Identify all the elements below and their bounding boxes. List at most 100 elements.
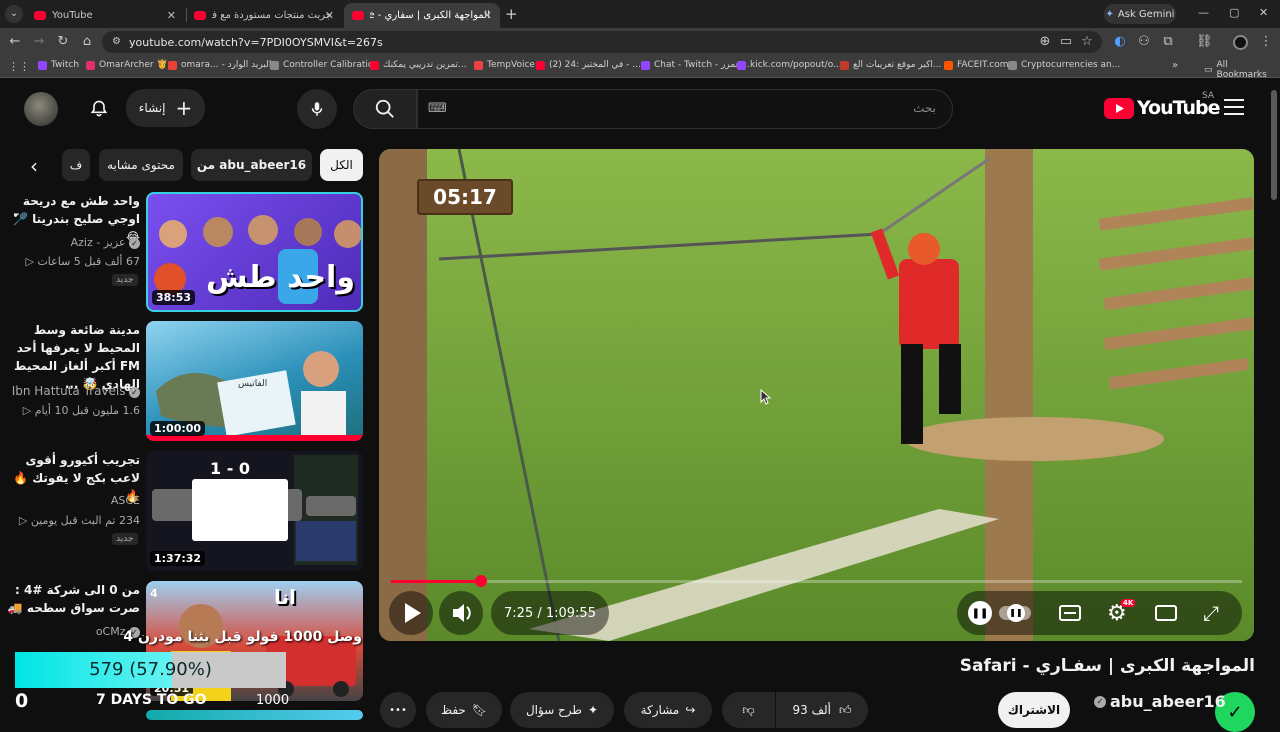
youtube-favicon-icon: [34, 11, 46, 20]
channel-label: عزيز - Aziz: [70, 236, 126, 249]
all-bookmarks-button[interactable]: ▭ All Bookmarks: [1204, 60, 1280, 80]
autoplay-toggle[interactable]: ❚❚: [968, 601, 992, 625]
channel-name[interactable]: ✓ Ibn Hattuta Travels: [0, 383, 140, 400]
ask-gemini-button[interactable]: ✦ Ask Gemini: [1104, 4, 1176, 24]
close-icon[interactable]: ✕: [167, 9, 176, 22]
video-frame-art: [379, 149, 1254, 641]
video-thumbnail[interactable]: 1 - 0 1:37:32: [146, 451, 363, 571]
tab-products-video[interactable]: جربت منتجات مستوردة مع فيرفو... ✕: [186, 3, 342, 28]
ask-label: طرح سؤال: [525, 703, 582, 717]
channel-name[interactable]: ASCE: [0, 492, 140, 509]
bookmark-star-icon[interactable]: ☆: [1079, 34, 1095, 50]
bookmark-item[interactable]: تمرين تدريبي يمكنك...: [370, 60, 467, 70]
subscribe-button[interactable]: الاشتراك: [998, 692, 1070, 728]
duration-badge: 1:37:32: [150, 551, 206, 566]
voice-search-mic-icon[interactable]: [297, 89, 337, 129]
channel-name[interactable]: ✓ abu_abeer16: [1094, 692, 1226, 711]
subtitles-icon[interactable]: [1059, 605, 1081, 621]
window-close-button[interactable]: ✕: [1259, 6, 1268, 19]
tab-youtube[interactable]: YouTube ✕: [26, 3, 184, 28]
progress-played: [391, 580, 482, 583]
save-label: حفظ: [440, 703, 466, 717]
chip-from-channel[interactable]: من abu_abeer16: [191, 149, 312, 181]
bookmark-label: تمرين تدريبي يمكنك...: [383, 60, 467, 70]
reload-icon[interactable]: ↻: [55, 34, 71, 50]
chip-label: من abu_abeer16: [196, 158, 307, 172]
bookmark-favicon-icon: [536, 60, 545, 70]
more-actions-button[interactable]: •••: [380, 692, 416, 728]
create-button[interactable]: إنشاء +: [126, 89, 205, 127]
bookmark-item[interactable]: omara... - البريد الوارد: [168, 60, 271, 70]
extension-icon[interactable]: ◐: [1112, 34, 1128, 50]
search-input[interactable]: ⌨ بحث: [417, 89, 953, 129]
link-icon[interactable]: ⛓: [1196, 34, 1213, 50]
close-icon[interactable]: ✕: [325, 9, 334, 22]
chip-related[interactable]: محتوى مشابه: [99, 149, 183, 181]
new-tab-button[interactable]: +: [505, 5, 518, 23]
site-info-icon[interactable]: ⚙: [112, 36, 121, 47]
bookmark-item[interactable]: (2) في المختبر :24 - ...: [536, 60, 641, 70]
bookmark-item[interactable]: اكبر موقع تعريبات الع...: [840, 60, 942, 70]
bookmark-item[interactable]: Cryptocurrencies an...: [1008, 60, 1120, 70]
video-player[interactable]: 05:17 7:25 / 1:09:55 ❚❚ ❚❚ ⚙ 4K ⤢: [379, 149, 1254, 641]
ask-button[interactable]: طرح سؤال ✦: [510, 692, 614, 728]
video-thumbnail[interactable]: واحد طش 38:53: [146, 192, 363, 312]
bookmark-item[interactable]: Twitch: [38, 60, 79, 70]
volume-button[interactable]: [439, 591, 483, 635]
bookmark-item[interactable]: kick.com/popout/o...: [737, 60, 842, 70]
minimize-button[interactable]: —: [1198, 6, 1209, 19]
page-scrollbar[interactable]: [1271, 90, 1277, 200]
bookmark-item[interactable]: OmarArcher 👸: [86, 60, 168, 70]
progress-bar[interactable]: [391, 575, 1242, 587]
save-button[interactable]: حفظ 🔖︎: [426, 692, 502, 728]
home-icon[interactable]: ⌂: [79, 34, 95, 50]
share-button[interactable]: مشاركة ↪: [624, 692, 712, 728]
channel-name[interactable]: ✓ عزيز - Aziz: [0, 234, 140, 251]
bookmark-favicon-icon: [474, 60, 483, 70]
fullscreen-icon[interactable]: ⤢: [1203, 601, 1219, 625]
guide-menu-icon[interactable]: [1224, 99, 1244, 115]
video-thumbnail[interactable]: [146, 710, 363, 720]
notifications-bell-icon[interactable]: [82, 92, 116, 126]
mouse-cursor-icon: [760, 388, 772, 409]
bookmarks-overflow-icon[interactable]: »: [1172, 60, 1178, 71]
tab-search-button[interactable]: ⌄: [5, 5, 23, 23]
chips-scroll-left-icon[interactable]: ‹: [30, 154, 38, 178]
bookmark-label: kick.com/popout/o...: [750, 60, 842, 70]
zoom-icon[interactable]: ⊕: [1037, 34, 1053, 50]
play-button[interactable]: [389, 591, 433, 635]
bookmark-favicon-icon: [737, 60, 746, 70]
youtube-logo[interactable]: YouTube SA: [1104, 91, 1220, 119]
bookmark-item[interactable]: Chat - Twitch - عمرر...: [641, 60, 750, 70]
theater-mode-icon[interactable]: [1155, 605, 1177, 621]
tab-safari-video[interactable]: المواجهة الكبرى | سفاري - Safari - YouTu…: [344, 3, 500, 28]
apps-grid-icon[interactable]: ⋮⋮: [8, 60, 30, 73]
like-button[interactable]: 93 ألف 👍︎: [776, 692, 868, 728]
forward-arrow-icon[interactable]: →: [31, 34, 47, 50]
user-avatar[interactable]: [24, 92, 58, 126]
video-title[interactable]: من 0 الى شركة #4 : صرت سواق سطحه 🚚: [0, 581, 140, 617]
chip-all[interactable]: الكل: [320, 149, 363, 181]
bookmark-label: OmarArcher 👸: [99, 60, 168, 70]
back-arrow-icon[interactable]: ←: [7, 34, 23, 50]
cast-icon[interactable]: ▭: [1058, 34, 1074, 50]
search-button[interactable]: [353, 89, 417, 129]
verified-check-icon: ✓: [129, 238, 140, 249]
dislike-button[interactable]: 👎︎: [722, 692, 775, 728]
maximize-button[interactable]: ▢: [1229, 6, 1239, 19]
extensions-puzzle-icon[interactable]: ⧉: [1160, 34, 1176, 50]
bookmark-item[interactable]: Controller Calibration: [270, 60, 379, 70]
meta-text: 1.6 مليون قبل 10 أيام: [34, 404, 140, 417]
keyboard-icon[interactable]: ⌨: [428, 101, 447, 116]
url-text[interactable]: youtube.com/watch?v=7PDI0OYSMVI&t=267s: [129, 36, 383, 49]
bookmark-item[interactable]: TempVoice: [474, 60, 535, 70]
chip-partial[interactable]: ف: [62, 149, 90, 181]
toggle-track[interactable]: ❚❚: [999, 604, 1031, 622]
thumbnail-text: 1 - 0: [210, 459, 251, 478]
extension-icon[interactable]: ⚇: [1136, 34, 1152, 50]
close-icon[interactable]: ✕: [483, 9, 492, 22]
menu-kebab-icon[interactable]: ⋮: [1258, 34, 1274, 50]
profile-avatar[interactable]: [1233, 35, 1248, 50]
video-thumbnail[interactable]: الفاتيس 1:00:00: [146, 321, 363, 441]
bookmark-item[interactable]: FACEIT.com: [944, 60, 1009, 70]
